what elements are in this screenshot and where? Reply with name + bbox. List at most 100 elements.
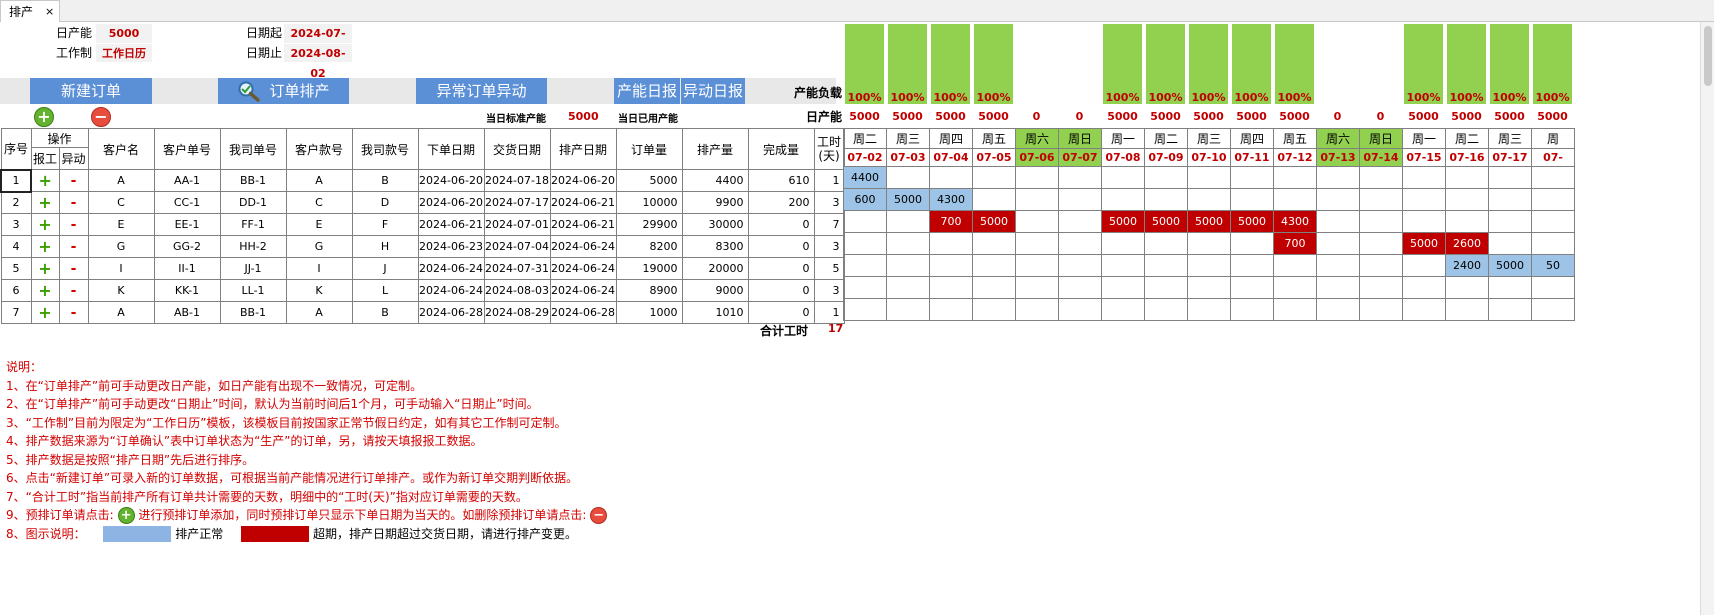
schedule-cell[interactable]: 4400 xyxy=(843,166,887,189)
report-plus-icon[interactable]: + xyxy=(30,213,60,236)
schedule-cell[interactable] xyxy=(1531,298,1575,321)
remove-preorder-icon[interactable]: − xyxy=(91,107,111,127)
schedule-cell[interactable] xyxy=(1273,298,1317,321)
schedule-cell[interactable] xyxy=(1230,232,1274,255)
schedule-cell[interactable] xyxy=(972,254,1016,277)
schedule-cell[interactable] xyxy=(1015,232,1059,255)
schedule-cell[interactable] xyxy=(1230,254,1274,277)
schedule-cell[interactable] xyxy=(1144,276,1188,299)
schedule-cell[interactable] xyxy=(1445,188,1489,211)
schedule-cell[interactable] xyxy=(1144,188,1188,211)
schedule-cell[interactable] xyxy=(1488,298,1532,321)
schedule-cell[interactable] xyxy=(1144,232,1188,255)
schedule-cell[interactable] xyxy=(1015,166,1059,189)
schedule-cell[interactable] xyxy=(886,210,930,233)
schedule-cell[interactable] xyxy=(886,232,930,255)
schedule-cell[interactable] xyxy=(1531,188,1575,211)
schedule-cell[interactable] xyxy=(1316,232,1360,255)
change-minus-icon[interactable]: - xyxy=(58,257,89,280)
row-seq[interactable]: 1 xyxy=(0,168,32,193)
schedule-cell[interactable] xyxy=(1488,166,1532,189)
report-plus-icon[interactable]: + xyxy=(30,257,60,280)
schedule-cell[interactable] xyxy=(1531,210,1575,233)
schedule-cell[interactable] xyxy=(929,254,973,277)
report-plus-icon[interactable]: + xyxy=(30,169,60,192)
schedule-cell[interactable] xyxy=(1101,188,1145,211)
schedule-cell[interactable] xyxy=(1273,254,1317,277)
schedule-cell[interactable] xyxy=(1359,188,1403,211)
schedule-cell[interactable] xyxy=(1230,166,1274,189)
schedule-cell[interactable] xyxy=(1230,298,1274,321)
schedule-cell[interactable] xyxy=(1187,166,1231,189)
schedule-cell[interactable] xyxy=(1402,298,1446,321)
schedule-cell[interactable] xyxy=(929,232,973,255)
change-minus-icon[interactable]: - xyxy=(58,191,89,214)
date-start-input[interactable]: 2024-07-02 xyxy=(284,24,352,60)
schedule-cell[interactable] xyxy=(1187,188,1231,211)
row-seq[interactable]: 6 xyxy=(0,279,32,302)
schedule-cell[interactable] xyxy=(972,188,1016,211)
schedule-cell[interactable] xyxy=(1058,276,1102,299)
row-seq[interactable]: 3 xyxy=(0,213,32,236)
schedule-cell[interactable] xyxy=(1531,166,1575,189)
schedule-cell[interactable]: 5000 xyxy=(886,188,930,211)
schedule-cell[interactable] xyxy=(1230,188,1274,211)
schedule-cell[interactable]: 5000 xyxy=(972,210,1016,233)
table-row[interactable]: 5 + - I II-1 JJ-1 I J 2024-06-24 2024-07-31 2024-0… xyxy=(0,257,845,280)
row-seq[interactable]: 7 xyxy=(0,301,32,324)
schedule-cell[interactable] xyxy=(1402,188,1446,211)
schedule-cell[interactable] xyxy=(1058,166,1102,189)
tab-paichan[interactable]: 排产 × xyxy=(0,0,60,22)
schedule-cell[interactable] xyxy=(1187,232,1231,255)
schedule-cell[interactable] xyxy=(886,166,930,189)
schedule-cell[interactable] xyxy=(1531,276,1575,299)
schedule-cell[interactable]: 700 xyxy=(929,210,973,233)
row-seq[interactable]: 4 xyxy=(0,235,32,258)
schedule-cell[interactable] xyxy=(843,276,887,299)
schedule-cell[interactable] xyxy=(1316,298,1360,321)
schedule-cell[interactable] xyxy=(1316,276,1360,299)
schedule-cell[interactable] xyxy=(1402,254,1446,277)
close-icon[interactable]: × xyxy=(45,5,54,18)
schedule-cell[interactable] xyxy=(1144,166,1188,189)
row-seq[interactable]: 5 xyxy=(0,257,32,280)
schedule-cell[interactable] xyxy=(1144,254,1188,277)
change-minus-icon[interactable]: - xyxy=(58,301,89,324)
schedule-cell[interactable] xyxy=(1015,210,1059,233)
vertical-scrollbar[interactable] xyxy=(1700,22,1714,615)
schedule-cell[interactable]: 2400 xyxy=(1445,254,1489,277)
schedule-cell[interactable]: 5000 xyxy=(1402,232,1446,255)
schedule-cell[interactable] xyxy=(1445,210,1489,233)
schedule-cell[interactable] xyxy=(1316,188,1360,211)
schedule-cell[interactable] xyxy=(1359,210,1403,233)
schedule-cell[interactable]: 2600 xyxy=(1445,232,1489,255)
schedule-cell[interactable] xyxy=(1316,166,1360,189)
schedule-cell[interactable] xyxy=(929,166,973,189)
schedule-cell[interactable] xyxy=(1230,276,1274,299)
schedule-cell[interactable]: 5000 xyxy=(1488,254,1532,277)
schedule-cell[interactable] xyxy=(1359,276,1403,299)
report-plus-icon[interactable]: + xyxy=(30,235,60,258)
schedule-cell[interactable]: 700 xyxy=(1273,232,1317,255)
schedule-cell[interactable] xyxy=(1101,166,1145,189)
change-minus-icon[interactable]: - xyxy=(58,169,89,192)
schedule-cell[interactable] xyxy=(1316,254,1360,277)
schedule-cell[interactable]: 600 xyxy=(843,188,887,211)
schedule-cell[interactable] xyxy=(1359,166,1403,189)
schedule-cell[interactable] xyxy=(1402,276,1446,299)
table-row[interactable]: 4 + - G GG-2 HH-2 G H 2024-06-23 2024-07-04 2024-0… xyxy=(0,235,845,258)
schedule-cell[interactable] xyxy=(1058,210,1102,233)
schedule-cell[interactable]: 50 xyxy=(1531,254,1575,277)
schedule-cell[interactable] xyxy=(1359,232,1403,255)
schedule-cell[interactable] xyxy=(1531,232,1575,255)
schedule-cell[interactable] xyxy=(1402,166,1446,189)
schedule-cell[interactable] xyxy=(843,232,887,255)
schedule-cell[interactable] xyxy=(972,276,1016,299)
change-minus-icon[interactable]: - xyxy=(58,279,89,302)
schedule-cell[interactable] xyxy=(1316,210,1360,233)
schedule-cell[interactable] xyxy=(843,254,887,277)
schedule-cell[interactable] xyxy=(843,210,887,233)
schedule-cell[interactable] xyxy=(972,232,1016,255)
work-system-select[interactable]: 工作日历 xyxy=(96,44,152,62)
schedule-cell[interactable] xyxy=(843,298,887,321)
